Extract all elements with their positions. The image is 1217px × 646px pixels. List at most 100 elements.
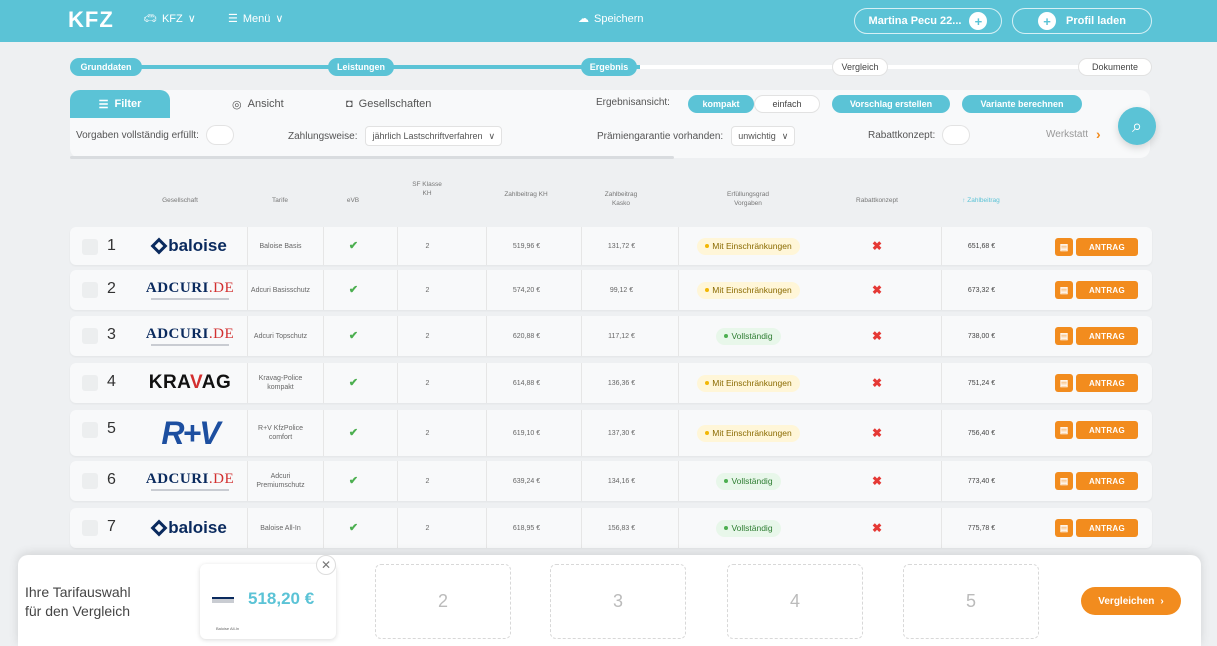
suggest-button[interactable]: Vorschlag erstellen <box>832 95 950 113</box>
total-premium: 651,68 € <box>941 227 1021 265</box>
row-checkbox[interactable] <box>82 239 98 255</box>
pdf-icon[interactable]: ▤ <box>1055 281 1073 299</box>
pdf-icon[interactable]: ▤ <box>1055 519 1073 537</box>
check-icon: ✔ <box>348 521 359 534</box>
status-badge: Vollständig <box>716 472 781 490</box>
table-row[interactable]: 1 baloise Baloise Basis ✔ 2 519,96 € 131,72 € M… <box>70 227 1152 265</box>
cross-icon: ✖ <box>871 520 883 535</box>
step-vergleich[interactable]: Vergleich <box>832 58 888 76</box>
sf-class: 2 <box>397 461 457 501</box>
plus-icon[interactable]: + <box>969 12 988 30</box>
vehicle-menu-label: KFZ <box>161 12 183 25</box>
requirements-toggle[interactable] <box>206 126 233 144</box>
th-company[interactable]: Gesellschaft <box>162 196 198 205</box>
tab-view[interactable]: ◎ Ansicht <box>232 90 284 118</box>
th-tariff[interactable]: Tarife <box>272 196 288 205</box>
tab-filter-label: Filter <box>114 98 142 110</box>
sf-class: 2 <box>397 270 457 310</box>
user-profile-pill[interactable]: Martina Pecu 22... + <box>854 8 1002 34</box>
kasko-premium: 136,36 € <box>581 363 661 403</box>
table-row[interactable]: 7 baloise Baloise All-In ✔ 2 618,95 € 156,83 €… <box>70 508 1152 548</box>
company-logo-cell: R+V <box>142 410 238 456</box>
row-number: 1 <box>107 237 116 254</box>
table-row[interactable]: 4 KRAVAG Kravag-Police kompakt ✔ 2 614,88 € 13… <box>70 363 1152 403</box>
discount-toggle[interactable] <box>943 126 970 144</box>
tab-companies[interactable]: ◘ Gesellschaften <box>346 90 431 118</box>
row-checkbox[interactable] <box>82 422 98 438</box>
search-button[interactable]: ⌕ <box>1118 107 1156 145</box>
row-checkbox[interactable] <box>82 328 98 344</box>
table-row[interactable]: 6 ADCURI.DE Adcuri Premiumschutz ✔ 2 639,24 €… <box>70 461 1152 501</box>
row-checkbox[interactable] <box>82 520 98 536</box>
payment-select[interactable]: jährlich Lastschriftverfahren ∨ <box>365 126 503 146</box>
variant-button[interactable]: Variante berechnen <box>962 95 1082 113</box>
th-kh[interactable]: Zahlbeitrag KH <box>504 190 548 199</box>
total-premium: 738,00 € <box>941 316 1021 356</box>
adcuri-logo: ADCURI.DE <box>146 326 234 346</box>
antrag-button[interactable]: ANTRAG <box>1076 374 1138 392</box>
pdf-icon[interactable]: ▤ <box>1055 238 1073 256</box>
th-discount[interactable]: Rabattkonzept <box>856 196 898 205</box>
compare-button[interactable]: Vergleichen › <box>1081 587 1181 615</box>
filter-scrollbar[interactable] <box>70 156 674 159</box>
kasko-premium: 99,12 € <box>581 270 661 310</box>
cross-icon: ✖ <box>871 425 883 440</box>
status-badge: Vollständig <box>716 327 781 345</box>
comparison-slot-4[interactable]: 4 <box>727 564 863 639</box>
discount-status: ✖ <box>837 410 917 456</box>
save-button[interactable]: ☁ Speichern <box>578 12 644 26</box>
tariff-name: Baloise Basis <box>247 227 313 265</box>
antrag-button[interactable]: ANTRAG <box>1076 327 1138 345</box>
discount-status: ✖ <box>837 461 917 501</box>
comparison-slot-5[interactable]: 5 <box>903 564 1039 639</box>
th-total-sorted[interactable]: ↑ Zahlbeitrag <box>962 196 1000 205</box>
table-row[interactable]: 3 ADCURI.DE Adcuri Topschutz ✔ 2 620,88 € 117,… <box>70 316 1152 356</box>
table-row[interactable]: 5 R+V R+V KfzPolice comfort ✔ 2 619,10 € 137,3… <box>70 410 1152 456</box>
guarantee-value: unwichtig <box>738 131 776 141</box>
antrag-button[interactable]: ANTRAG <box>1076 281 1138 299</box>
pdf-icon[interactable]: ▤ <box>1055 327 1073 345</box>
pdf-icon[interactable]: ▤ <box>1055 472 1073 490</box>
vehicle-menu[interactable]: 🚗︎ KFZ ∨ <box>143 12 196 26</box>
tab-filter[interactable]: ☰ Filter <box>70 90 170 118</box>
antrag-button[interactable]: ANTRAG <box>1076 238 1138 256</box>
step-grunddaten[interactable]: Grunddaten <box>70 58 142 76</box>
antrag-button[interactable]: ANTRAG <box>1076 421 1138 439</box>
row-checkbox[interactable] <box>82 375 98 391</box>
th-sf[interactable]: SF Klasse KH <box>412 180 442 198</box>
th-kasko[interactable]: Zahlbeitrag Kasko <box>599 190 643 208</box>
result-view-compact[interactable]: kompakt <box>688 95 754 113</box>
tariff-name: Adcuri Topschutz <box>247 316 313 356</box>
step-leistungen[interactable]: Leistungen <box>328 58 394 76</box>
step-dokumente[interactable]: Dokumente <box>1078 58 1152 76</box>
tariff-name: Adcuri Basisschutz <box>247 270 313 310</box>
close-icon[interactable]: ✕ <box>316 555 336 575</box>
company-logo-cell: baloise <box>142 227 238 265</box>
comparison-slot-selected[interactable]: 518,20 € Baloise All-In <box>200 564 336 639</box>
pdf-icon[interactable]: ▤ <box>1055 374 1073 392</box>
fulfillment-cell: Vollständig <box>678 461 818 501</box>
row-checkbox[interactable] <box>82 282 98 298</box>
main-menu[interactable]: ☰ Menü ∨ <box>228 12 283 26</box>
status-badge: Mit Einschränkungen <box>697 281 800 299</box>
fulfillment-cell: Mit Einschränkungen <box>678 363 818 403</box>
search-icon: ⌕ <box>1131 115 1143 136</box>
guarantee-select[interactable]: unwichtig ∨ <box>731 126 796 146</box>
payment-label: Zahlungsweise: <box>288 130 358 142</box>
status-badge: Mit Einschränkungen <box>697 237 800 255</box>
th-fulfill[interactable]: Erfüllungsgrad Vorgaben <box>718 190 778 208</box>
comparison-slot-3[interactable]: 3 <box>550 564 686 639</box>
load-profile-button[interactable]: + Profil laden <box>1012 8 1152 34</box>
comparison-slot-2[interactable]: 2 <box>375 564 511 639</box>
row-checkbox[interactable] <box>82 473 98 489</box>
antrag-button[interactable]: ANTRAG <box>1076 472 1138 490</box>
th-evb[interactable]: eVB <box>347 196 359 205</box>
kh-premium: 519,96 € <box>486 227 566 265</box>
total-premium: 673,32 € <box>941 270 1021 310</box>
table-row[interactable]: 2 ADCURI.DE Adcuri Basisschutz ✔ 2 574,20 € 99… <box>70 270 1152 310</box>
step-ergebnis[interactable]: Ergebnis <box>581 58 637 76</box>
chevron-right-icon[interactable]: › <box>1096 126 1101 142</box>
antrag-button[interactable]: ANTRAG <box>1076 519 1138 537</box>
result-view-simple[interactable]: einfach <box>754 95 820 113</box>
pdf-icon[interactable]: ▤ <box>1055 421 1073 439</box>
